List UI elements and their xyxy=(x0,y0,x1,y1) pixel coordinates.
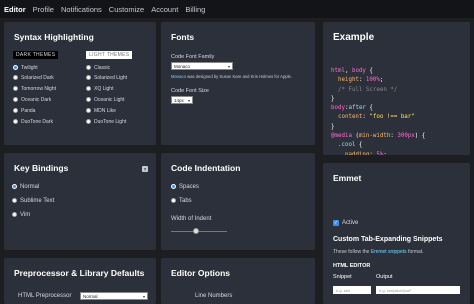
theme-label: DuoTone Light xyxy=(94,119,127,125)
option-label: Vim xyxy=(20,212,31,218)
fonts-panel: Fonts Code Font Family Monaco ▾ Monaco w… xyxy=(161,22,315,145)
select-value: Monaco xyxy=(174,63,191,69)
radio-icon[interactable] xyxy=(86,75,91,80)
output-column-label: Output xyxy=(376,274,393,280)
radio-icon[interactable] xyxy=(86,119,91,124)
nav-account[interactable]: Account xyxy=(151,5,178,14)
desc-post: format. xyxy=(406,249,424,255)
chevron-down-icon: ▾ xyxy=(187,97,190,103)
radio-icon[interactable] xyxy=(171,184,176,189)
nav-billing[interactable]: Billing xyxy=(185,5,205,14)
nav-notifications[interactable]: Notifications xyxy=(61,5,102,14)
radio-icon[interactable] xyxy=(86,65,91,70)
html-editor-label: HTML EDITOR xyxy=(333,263,371,269)
nav-profile[interactable]: Profile xyxy=(33,5,54,14)
theme-label: XQ Light xyxy=(94,86,114,92)
radio-icon[interactable] xyxy=(13,65,18,70)
help-icon[interactable]: ? xyxy=(142,166,148,172)
radio-icon[interactable] xyxy=(171,198,176,203)
chevron-down-icon: ▾ xyxy=(227,63,230,69)
top-nav: Editor Profile Notifications Customize A… xyxy=(0,0,474,18)
theme-label: MDN Like xyxy=(94,108,116,114)
select-value: 14px xyxy=(174,97,184,103)
font-link[interactable]: Monaco xyxy=(171,74,186,79)
theme-label: DuoTone Dark xyxy=(21,119,53,125)
line-numbers-label: Line Numbers xyxy=(195,293,233,299)
emmet-panel: Emmet ✓ Active Custom Tab-Expanding Snip… xyxy=(323,163,470,304)
theme-label: Twilight xyxy=(21,65,38,71)
theme-label: Panda xyxy=(21,108,36,114)
panel-title: Syntax Highlighting xyxy=(14,32,94,42)
radio-icon[interactable] xyxy=(13,97,18,102)
theme-label: Classic xyxy=(94,65,111,71)
editor-options-panel: Editor Options Line Numbers xyxy=(161,258,315,304)
theme-label: Oceanic Light xyxy=(94,97,125,103)
nav-editor[interactable]: Editor xyxy=(4,5,26,14)
example-panel: Example html, body { height: 100%; /* Fu… xyxy=(323,22,470,155)
radio-icon[interactable] xyxy=(86,97,91,102)
option-label: Tabs xyxy=(179,198,192,204)
panel-title: Preprocessor & Library Defaults xyxy=(14,268,145,278)
snippet-column-label: Snippet xyxy=(333,274,352,280)
font-designer-note: Monaco was designed by Susan Kare and Kr… xyxy=(171,74,292,79)
output-input[interactable]: e.g. see|alive|tooF xyxy=(376,286,460,294)
html-preprocessor-select[interactable]: Normal ▾ xyxy=(80,292,148,300)
width-of-indent-label: Width of Indent xyxy=(171,216,212,222)
panel-title: Code Indentation xyxy=(171,163,241,173)
key-bindings-panel: Key Bindings ? Normal Sublime Text Vim xyxy=(4,153,156,250)
option-label: Normal xyxy=(20,184,40,190)
syntax-highlighting-panel: Syntax Highlighting DARK THEMES LIGHT TH… xyxy=(4,22,156,145)
checkbox-checked-icon[interactable]: ✓ xyxy=(333,220,339,226)
radio-icon[interactable] xyxy=(13,108,18,113)
preprocessor-panel: Preprocessor & Library Defaults HTML Pre… xyxy=(4,258,156,304)
theme-label: Solarized Dark xyxy=(21,75,54,81)
theme-label: Solarized Light xyxy=(94,75,128,81)
panel-title: Fonts xyxy=(171,32,195,42)
panel-title: Editor Options xyxy=(171,268,231,278)
nav-customize[interactable]: Customize xyxy=(109,5,144,14)
indent-width-slider[interactable] xyxy=(171,231,227,232)
font-note-text: was designed by Susan Kare and Kris Holm… xyxy=(185,74,293,79)
radio-icon[interactable] xyxy=(13,119,18,124)
snippets-description: These follow the Emmet snippets format. xyxy=(333,249,424,255)
code-preview: html, body { height: 100%; /* Full Scree… xyxy=(331,68,426,155)
theme-label: Oceanic Dark xyxy=(21,97,52,103)
code-font-size-select[interactable]: 14px ▾ xyxy=(171,96,193,104)
snippet-input[interactable]: e.g. see xyxy=(333,286,371,294)
chevron-down-icon: ▾ xyxy=(142,293,145,299)
option-label: Spaces xyxy=(179,184,200,190)
code-font-family-label: Code Font Family xyxy=(171,54,215,60)
code-font-family-select[interactable]: Monaco ▾ xyxy=(171,62,233,70)
theme-label: Tomorrow Night xyxy=(21,86,57,92)
radio-icon[interactable] xyxy=(86,86,91,91)
slider-handle[interactable] xyxy=(193,228,200,234)
code-font-size-label: Code Font Size xyxy=(171,88,209,94)
panel-title: Emmet xyxy=(333,173,362,183)
option-label: Sublime Text xyxy=(20,198,55,204)
active-label: Active xyxy=(342,220,359,226)
radio-icon[interactable] xyxy=(13,86,18,91)
snippets-title: Custom Tab-Expanding Snippets xyxy=(333,236,443,243)
html-preprocessor-label: HTML Preprocessor xyxy=(18,293,72,299)
dark-themes-header: DARK THEMES xyxy=(13,51,59,59)
light-themes-header: LIGHT THEMES xyxy=(86,51,133,59)
panel-title: Key Bindings xyxy=(14,163,69,173)
radio-icon[interactable] xyxy=(12,184,17,189)
panel-title: Example xyxy=(333,32,375,43)
desc-pre: These follow the xyxy=(333,249,371,255)
radio-icon[interactable] xyxy=(12,198,17,203)
select-value: Normal xyxy=(83,293,98,299)
emmet-snippets-link[interactable]: Emmet snippets xyxy=(371,249,407,255)
radio-icon[interactable] xyxy=(13,75,18,80)
code-indentation-panel: Code Indentation Spaces Tabs Width of In… xyxy=(161,153,315,250)
radio-icon[interactable] xyxy=(86,108,91,113)
radio-icon[interactable] xyxy=(12,212,17,217)
